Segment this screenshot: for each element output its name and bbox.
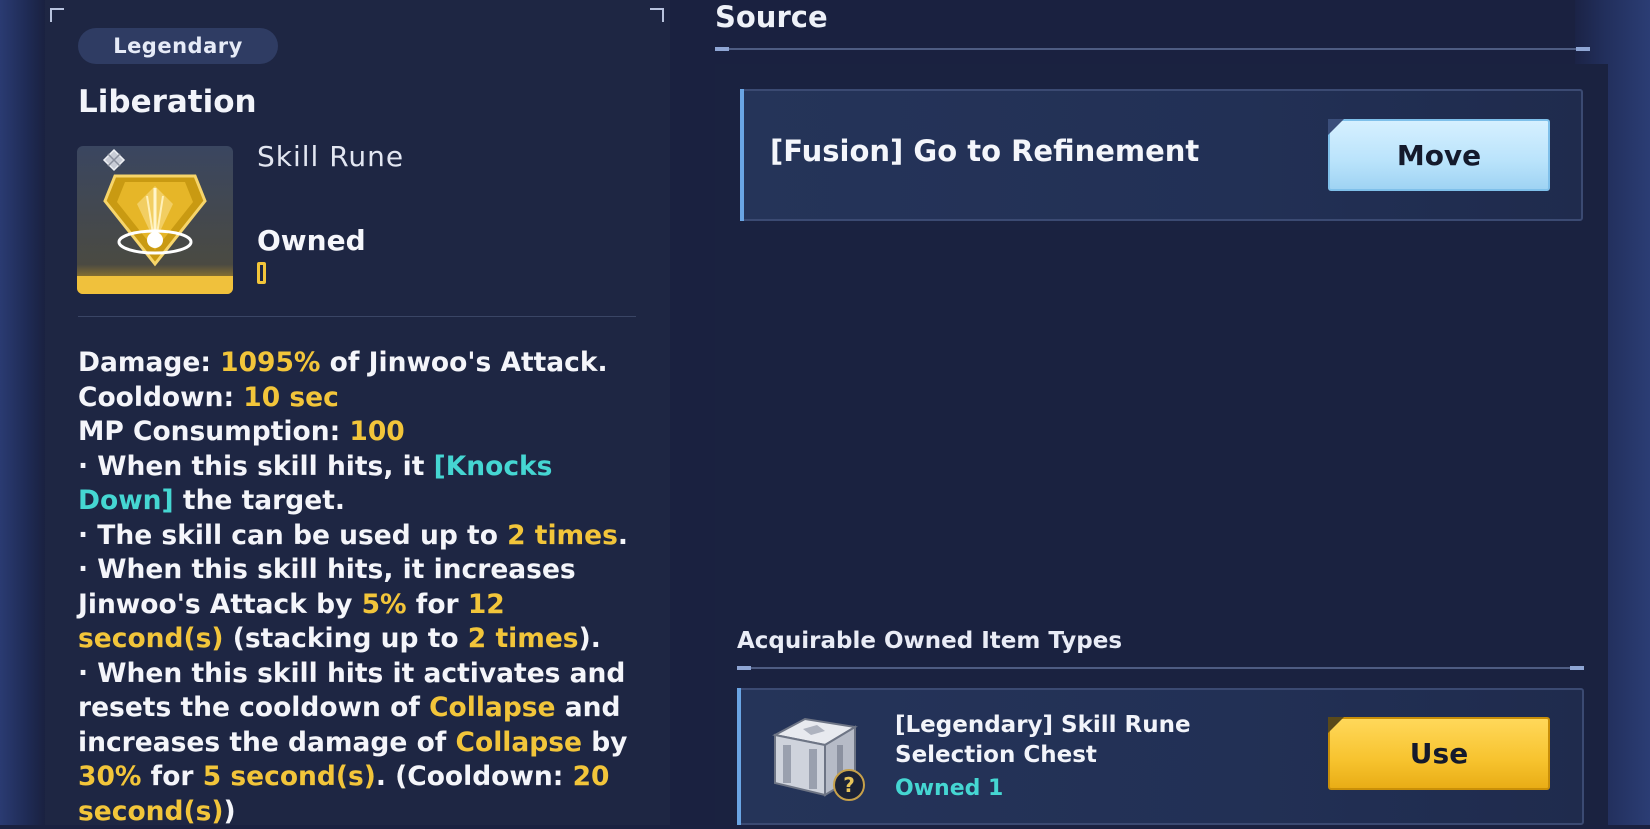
acquirable-underline <box>737 667 1584 669</box>
damage-line: Damage: 1095% of Jinwoo's Attack. <box>78 346 648 381</box>
effect-uses: · The skill can be used up to 2 times. <box>78 519 648 554</box>
effect-attack-buff: · When this skill hits, it increases Jin… <box>78 553 648 657</box>
source-entry-label: [Fusion] Go to Refinement <box>770 134 1199 168</box>
owned-count <box>257 262 266 284</box>
effect-collapse: · When this skill hits it activates and … <box>78 657 648 829</box>
chest-name: [Legendary] Skill Rune Selection Chest <box>895 710 1235 770</box>
item-name: Liberation <box>78 84 257 120</box>
panel-corner-top-right <box>650 8 664 22</box>
use-button[interactable]: Use <box>1328 717 1550 790</box>
skill-description: Damage: 1095% of Jinwoo's Attack. Cooldo… <box>78 346 648 829</box>
mp-line: MP Consumption: 100 <box>78 415 648 450</box>
acquirable-title: Acquirable Owned Item Types <box>737 628 1122 654</box>
panel-corner-top-left <box>50 8 64 22</box>
gold-shield-rune-icon <box>77 146 233 294</box>
cooldown-line: Cooldown: 10 sec <box>78 381 648 416</box>
svg-text:?: ? <box>843 773 855 797</box>
rarity-badge: Legendary <box>78 28 278 64</box>
chest-owned-count: Owned 1 <box>895 776 1003 801</box>
move-button[interactable]: Move <box>1328 119 1550 191</box>
section-divider <box>78 316 636 317</box>
background-edge-left <box>0 0 45 825</box>
item-icon-frame <box>77 146 233 294</box>
source-title-underline <box>715 48 1590 50</box>
item-type-label: Skill Rune <box>257 140 404 173</box>
effect-knockdown: · When this skill hits, it [Knocks Down]… <box>78 450 648 519</box>
source-title: Source <box>715 0 828 34</box>
white-chest-icon: ? <box>765 705 875 805</box>
owned-label: Owned <box>257 224 366 257</box>
